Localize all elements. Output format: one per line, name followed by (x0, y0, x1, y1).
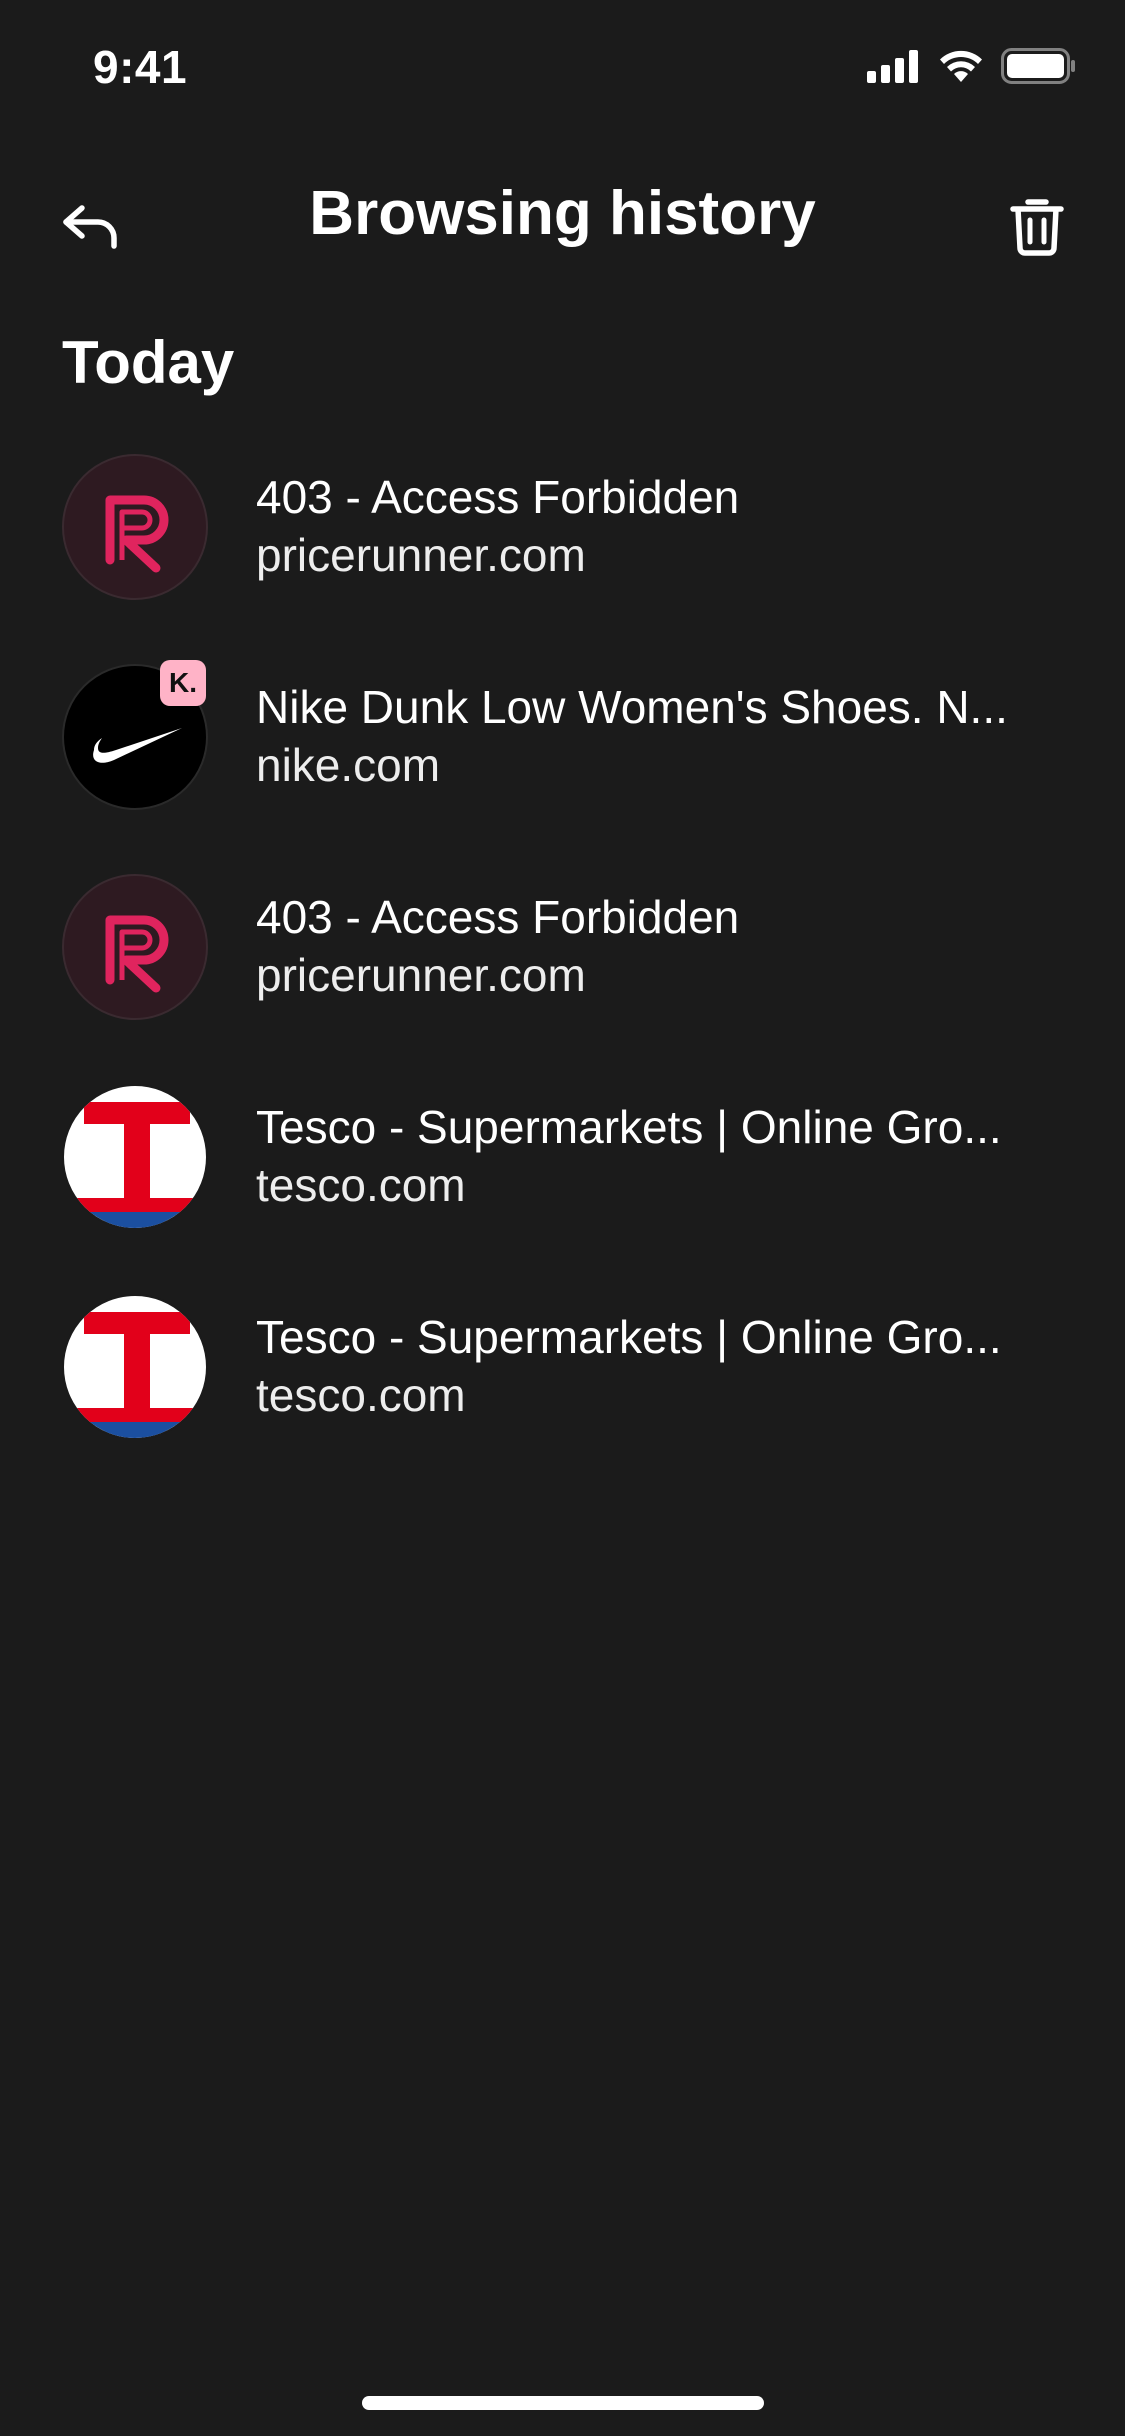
history-item-title: 403 - Access Forbidden (256, 471, 740, 523)
history-item[interactable]: Tesco - Supermarkets | Online Gro... tes… (0, 1070, 1125, 1280)
home-indicator[interactable] (362, 2396, 764, 2410)
history-item-title: Nike Dunk Low Women's Shoes. N... (256, 681, 1008, 733)
header: Browsing history (0, 160, 1125, 280)
pricerunner-logo-icon (62, 454, 208, 600)
history-list: 403 - Access Forbidden pricerunner.com K… (0, 440, 1125, 1490)
pricerunner-logo-icon (62, 874, 208, 1020)
status-bar: 9:41 (0, 0, 1125, 132)
status-icons (867, 48, 1077, 89)
history-item-domain: tesco.com (256, 1159, 466, 1211)
clear-history-button[interactable] (997, 188, 1077, 268)
page-title: Browsing history (309, 179, 816, 248)
history-item-domain: tesco.com (256, 1369, 466, 1421)
history-item[interactable]: 403 - Access Forbidden pricerunner.com (0, 440, 1125, 650)
status-time: 9:41 (93, 41, 188, 93)
history-item-title: Tesco - Supermarkets | Online Gro... (256, 1311, 1002, 1363)
cellular-signal-icon (867, 49, 921, 88)
history-item[interactable]: K. Nike Dunk Low Women's Shoes. N... nik… (0, 650, 1125, 860)
klarna-badge: K. (160, 660, 206, 706)
history-item-title: 403 - Access Forbidden (256, 891, 740, 943)
trash-icon (1010, 196, 1064, 261)
history-item-title: Tesco - Supermarkets | Online Gro... (256, 1101, 1002, 1153)
tesco-logo-icon (62, 1084, 208, 1230)
history-item[interactable]: Tesco - Supermarkets | Online Gro... tes… (0, 1280, 1125, 1490)
history-item[interactable]: 403 - Access Forbidden pricerunner.com (0, 860, 1125, 1070)
battery-icon (1001, 48, 1077, 89)
history-item-domain: pricerunner.com (256, 529, 586, 581)
section-title-today: Today (62, 329, 235, 396)
tesco-logo-icon (62, 1294, 208, 1440)
wifi-icon (937, 48, 985, 89)
history-item-domain: nike.com (256, 739, 441, 791)
history-item-domain: pricerunner.com (256, 949, 586, 1001)
